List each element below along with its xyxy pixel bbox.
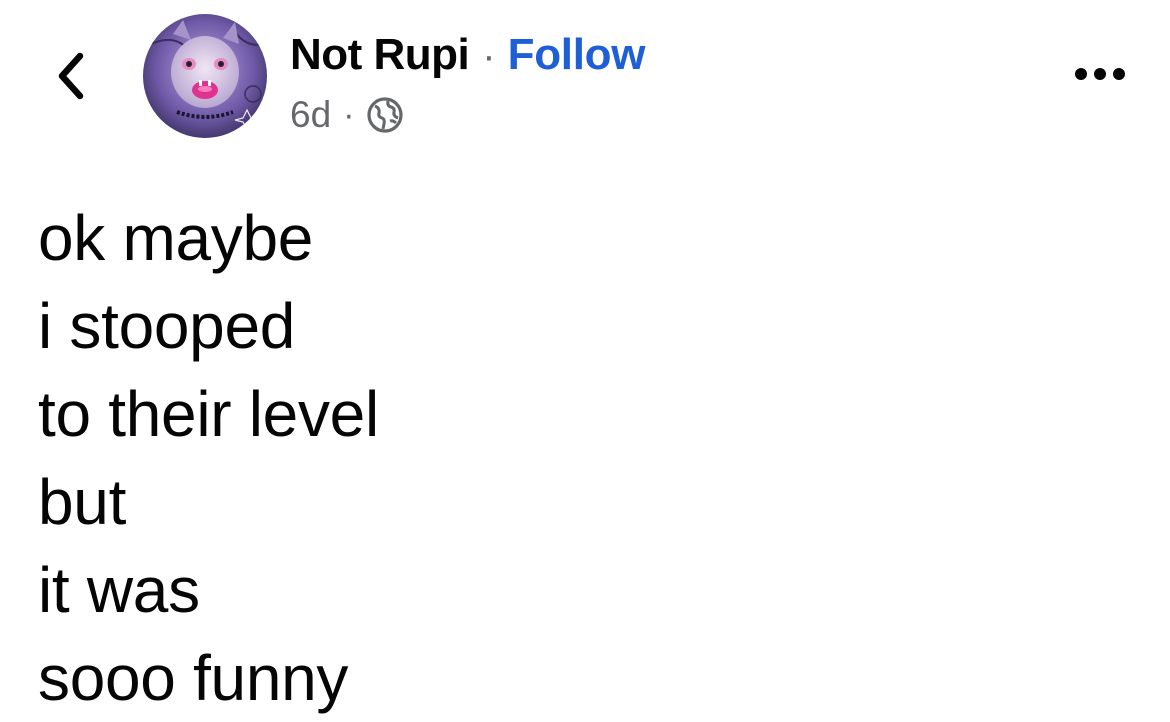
profile-avatar-image bbox=[143, 14, 267, 138]
post-timestamp[interactable]: 6d bbox=[290, 94, 331, 136]
more-options-button[interactable] bbox=[1068, 52, 1132, 96]
author-name[interactable]: Not Rupi bbox=[290, 30, 470, 80]
back-button[interactable] bbox=[46, 46, 96, 106]
more-horizontal-icon bbox=[1075, 68, 1125, 80]
meta-separator: · bbox=[343, 95, 355, 134]
globe-icon bbox=[367, 97, 404, 133]
post-line: to their level bbox=[38, 378, 379, 450]
meta-row: 6d · bbox=[290, 90, 645, 140]
post-header: Not Rupi · Follow 6d · bbox=[290, 30, 645, 140]
post-line: but bbox=[38, 466, 127, 538]
post-line: ok maybe bbox=[38, 202, 314, 274]
avatar[interactable] bbox=[143, 14, 267, 138]
chevron-left-icon bbox=[58, 52, 84, 100]
post-line: i stooped bbox=[38, 290, 296, 362]
name-separator: · bbox=[482, 34, 496, 78]
post-text: ok maybe i stooped to their level but it… bbox=[38, 194, 1138, 722]
post-line: sooo funny bbox=[38, 642, 349, 714]
post-line: it was bbox=[38, 554, 200, 626]
follow-button[interactable]: Follow bbox=[508, 30, 646, 80]
name-row: Not Rupi · Follow bbox=[290, 30, 645, 88]
